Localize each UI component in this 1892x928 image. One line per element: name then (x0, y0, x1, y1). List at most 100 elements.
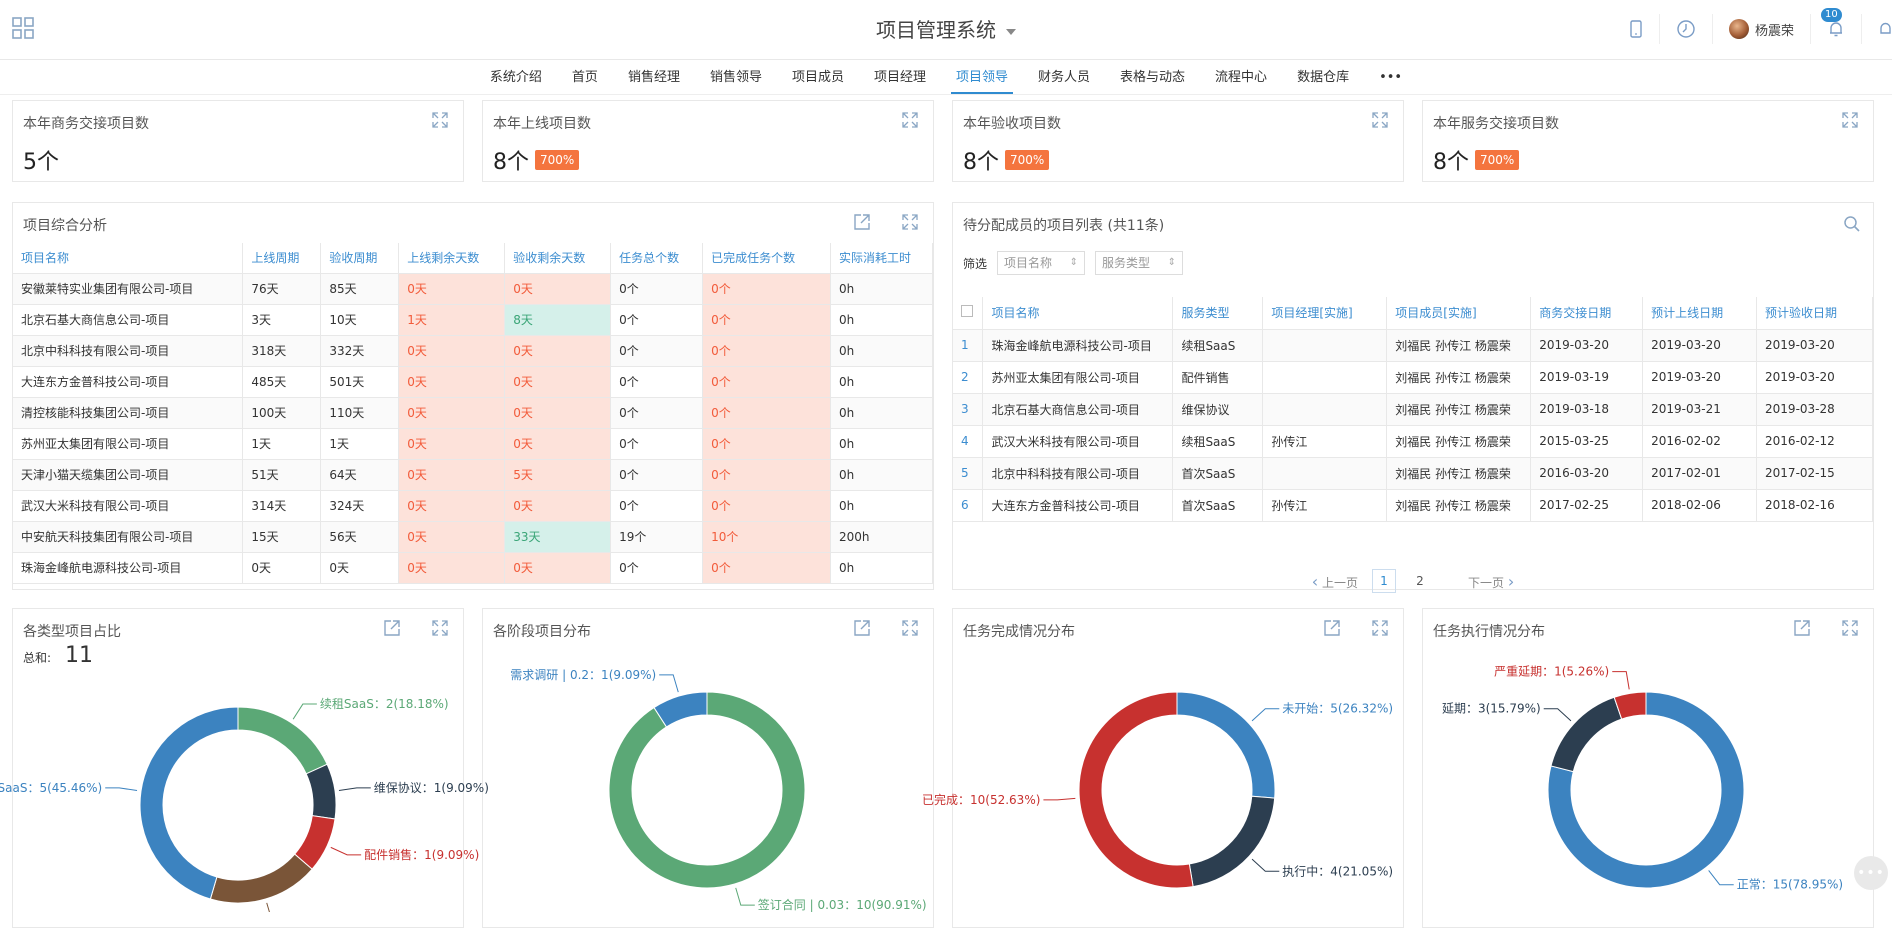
next-page-button[interactable]: 下一页 › (1468, 572, 1514, 591)
nav-item-7[interactable]: 财务人员 (1023, 61, 1105, 94)
select-all-checkbox[interactable] (961, 305, 973, 318)
expand-icon[interactable] (901, 111, 919, 129)
table-cell: 大连东方金普科技公司-项目 (982, 489, 1174, 522)
table-row[interactable]: 中安航天科技集团有限公司-项目 15天 56天 0天 33天 19个 10个 200h (13, 521, 934, 553)
nav-item-5[interactable]: 项目经理 (859, 61, 941, 94)
search-icon[interactable] (1843, 215, 1861, 233)
column-header[interactable]: 服务类型 (1172, 297, 1264, 330)
table-row[interactable]: 北京中科科技有限公司-项目 318天 332天 0天 0天 0个 0个 0h (13, 335, 934, 367)
expand-icon[interactable] (1371, 111, 1389, 129)
column-header[interactable]: 上线剩余天数 (398, 243, 506, 274)
table-row[interactable]: 1 珠海金峰航电源科技公司-项目 续租SaaS 刘福民 孙传江 杨震荣 2019-03-… (953, 329, 1873, 362)
more-tools-button[interactable] (1861, 14, 1892, 44)
expand-icon[interactable] (1841, 111, 1859, 129)
stat-value: 5个 (23, 150, 59, 175)
table-cell: 0个 (702, 304, 831, 336)
chart-card-1: 各阶段项目分布 (482, 608, 934, 928)
column-header[interactable]: 项目名称 (13, 243, 244, 274)
mobile-button[interactable] (1613, 14, 1659, 44)
column-header[interactable]: 项目经理[实施] (1262, 297, 1388, 330)
chart-card-0: 各类型项目占比 总和: 11 (12, 608, 464, 928)
table-cell: 2018-02-16 (1756, 489, 1873, 522)
table-row[interactable]: 6 大连东方金普科技公司-项目 首次SaaS 孙传江 刘福民 孙传江 杨震荣 2017-0… (953, 489, 1873, 522)
column-header[interactable]: 验收周期 (320, 243, 400, 274)
notifications-button[interactable]: 10 (1810, 8, 1861, 44)
expand-icon[interactable] (431, 619, 449, 637)
table-row[interactable]: 天津小猫天缆集团公司-项目 51天 64天 0天 5天 0个 0个 0h (13, 459, 934, 491)
table-cell: 武汉大米科技有限公司-项目 (982, 425, 1174, 458)
column-header[interactable]: 项目名称 (982, 297, 1174, 330)
nav-item-1[interactable]: 首页 (557, 61, 613, 94)
nav-item-0[interactable]: 系统介绍 (475, 61, 557, 94)
table-row[interactable]: 武汉大米科技有限公司-项目 314天 324天 0天 0天 0个 0个 0h (13, 490, 934, 522)
column-header[interactable]: 验收剩余天数 (504, 243, 612, 274)
table-cell: 0个 (610, 397, 704, 429)
table-cell: 0个 (702, 366, 831, 398)
chevron-right-icon: › (1507, 571, 1515, 591)
nav-item-4[interactable]: 项目成员 (777, 61, 859, 94)
nav-item-6[interactable]: 项目领导 (941, 61, 1023, 94)
table-cell: 2016-02-12 (1756, 425, 1873, 458)
table-row[interactable]: 安徽莱特实业集团有限公司-项目 76天 85天 0天 0天 0个 0个 0h (13, 273, 934, 305)
user-menu[interactable]: 杨震荣 (1711, 14, 1810, 44)
table-row[interactable]: 5 北京中科科技有限公司-项目 首次SaaS 刘福民 孙传江 杨震荣 2016-03-2… (953, 457, 1873, 490)
table-cell: 首次SaaS (1172, 457, 1264, 490)
system-title[interactable]: 项目管理系统 (0, 14, 1892, 43)
nav-item-3[interactable]: 销售领导 (695, 61, 777, 94)
table-cell: 1天 (320, 428, 400, 460)
nav-item-8[interactable]: 表格与动态 (1105, 61, 1200, 94)
table-cell: 苏州亚太集团有限公司-项目 (982, 361, 1174, 394)
table-cell: 珠海金峰航电源科技公司-项目 (982, 329, 1174, 362)
table-row[interactable]: 4 武汉大米科技有限公司-项目 续租SaaS 孙传江 刘福民 孙传江 杨震荣 2015-0… (953, 425, 1873, 458)
column-header[interactable]: 任务总个数 (610, 243, 704, 274)
expand-icon[interactable] (1371, 619, 1389, 637)
column-header[interactable]: 预计上线日期 (1642, 297, 1758, 330)
column-header[interactable]: 预计验收日期 (1756, 297, 1873, 330)
expand-icon[interactable] (901, 213, 919, 231)
export-icon[interactable] (853, 213, 871, 231)
expand-icon[interactable] (901, 619, 919, 637)
table-row[interactable]: 珠海金峰航电源科技公司-项目 0天 0天 0天 0天 0个 0个 0h (13, 552, 934, 584)
chat-float-button[interactable]: ••• (1854, 856, 1888, 890)
nav-item-2[interactable]: 销售经理 (613, 61, 695, 94)
table-cell: 10个 (702, 521, 831, 553)
table-cell: 配件销售 (1172, 361, 1264, 394)
table-row[interactable]: 大连东方金普科技公司-项目 485天 501天 0天 0天 0个 0个 0h (13, 366, 934, 398)
expand-icon[interactable] (431, 111, 449, 129)
help-button[interactable] (1658, 14, 1712, 44)
main-nav: 系统介绍 首页 销售经理 销售领导 项目成员 项目经理 项目领导 财务人员 表格与动态 流程中心数… (0, 61, 1892, 95)
table-row[interactable]: 3 北京石基大商信息公司-项目 维保协议 刘福民 孙传江 杨震荣 2019-03-18 2… (953, 393, 1873, 426)
nav-item-9[interactable]: 流程中心 (1200, 61, 1282, 94)
table-cell: 0天 (398, 552, 506, 584)
row-index: 6 (953, 489, 984, 522)
column-header[interactable]: 项目成员[实施] (1386, 297, 1532, 330)
service-type-select[interactable]: 服务类型 (1095, 251, 1184, 275)
table-cell: 19个 (610, 521, 704, 553)
page-1-button[interactable]: 1 (1372, 569, 1396, 593)
table-cell: 0h (830, 366, 934, 398)
table-row[interactable]: 苏州亚太集团有限公司-项目 1天 1天 0天 0天 0个 0个 0h (13, 428, 934, 460)
export-icon[interactable] (1323, 619, 1341, 637)
column-header[interactable]: 实际消耗工时 (830, 243, 934, 274)
table-cell: 2019-03-21 (1642, 393, 1758, 426)
export-icon[interactable] (853, 619, 871, 637)
table-row[interactable]: 2 苏州亚太集团有限公司-项目 配件销售 刘福民 孙传江 杨震荣 2019-03-19 2… (953, 361, 1873, 394)
avatar (1728, 19, 1749, 39)
table-row[interactable]: 清控核能科技集团公司-项目 100天 110天 0天 0天 0个 0个 0h (13, 397, 934, 429)
nav-item-10[interactable]: 数据仓库 (1282, 61, 1364, 94)
prev-page-button[interactable]: ‹ 上一页 (1312, 572, 1358, 591)
export-icon[interactable] (383, 619, 401, 637)
table-cell: 中安航天科技集团有限公司-项目 (13, 521, 244, 553)
page-2-button[interactable]: 2 (1408, 569, 1432, 593)
column-header[interactable]: 商务交接日期 (1530, 297, 1644, 330)
table-cell: 0个 (610, 304, 704, 336)
table-row[interactable]: 北京石基大商信息公司-项目 3天 10天 1天 8天 0个 0个 0h (13, 304, 934, 336)
project-name-select[interactable]: 项目名称 (997, 251, 1086, 275)
column-header[interactable]: 已完成任务个数 (702, 243, 831, 274)
column-header[interactable]: 上线周期 (242, 243, 322, 274)
nav-item-11[interactable]: ••• (1364, 61, 1417, 94)
table-cell: 刘福民 孙传江 杨震荣 (1386, 361, 1532, 394)
table-cell: 100天 (242, 397, 322, 429)
export-icon[interactable] (1793, 619, 1811, 637)
expand-icon[interactable] (1841, 619, 1859, 637)
